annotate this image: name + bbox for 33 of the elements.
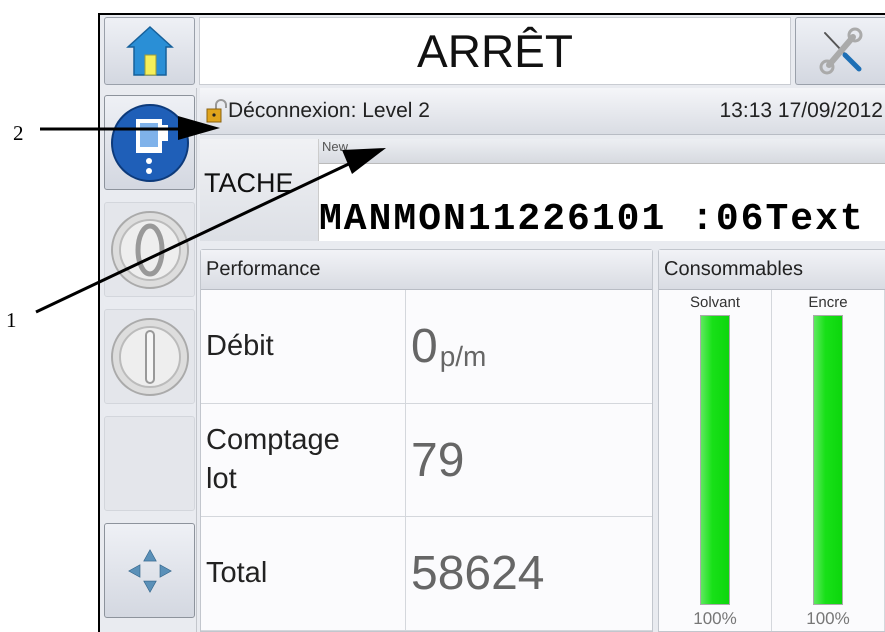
tools-button[interactable] <box>795 17 885 85</box>
panel-header: Consommables <box>659 250 885 290</box>
metric-value: 0 <box>411 318 438 374</box>
padlock-icon <box>206 99 228 123</box>
metric-label: Total <box>206 556 268 592</box>
level-reading: 100% <box>693 609 737 630</box>
printhead-button[interactable] <box>104 95 195 190</box>
navigation-button[interactable] <box>104 523 195 618</box>
home-button[interactable] <box>104 17 195 85</box>
tools-icon <box>816 27 864 75</box>
printhead-icon <box>110 102 190 182</box>
stop-icon <box>110 210 190 290</box>
message-preview: MANMON11226101 :06Text <box>319 197 866 241</box>
metric-label: Comptage lot <box>206 422 341 497</box>
stop-button[interactable] <box>104 202 195 297</box>
job-label: TACHE <box>200 139 319 241</box>
start-icon <box>110 316 190 396</box>
message-name: New <box>319 139 885 164</box>
metric-value: 79 <box>411 432 464 488</box>
login-status: Déconnexion: Level 2 <box>228 99 430 123</box>
home-icon <box>126 25 174 77</box>
fluid-name: Encre <box>808 294 848 311</box>
metric-label: Débit <box>206 328 274 364</box>
callout-number: 1 <box>6 310 16 331</box>
metric-value: 58624 <box>411 546 544 602</box>
start-button[interactable] <box>104 309 195 404</box>
date-time: 13:13 17/09/2012 <box>720 99 883 123</box>
level-reading: 100% <box>806 609 850 630</box>
status-title: ARRÊT <box>199 17 791 85</box>
callout-number: 2 <box>13 123 24 144</box>
panel-header: Performance <box>201 250 652 290</box>
metric-unit: p/m <box>440 340 486 373</box>
fluid-name: Solvant <box>690 294 740 311</box>
